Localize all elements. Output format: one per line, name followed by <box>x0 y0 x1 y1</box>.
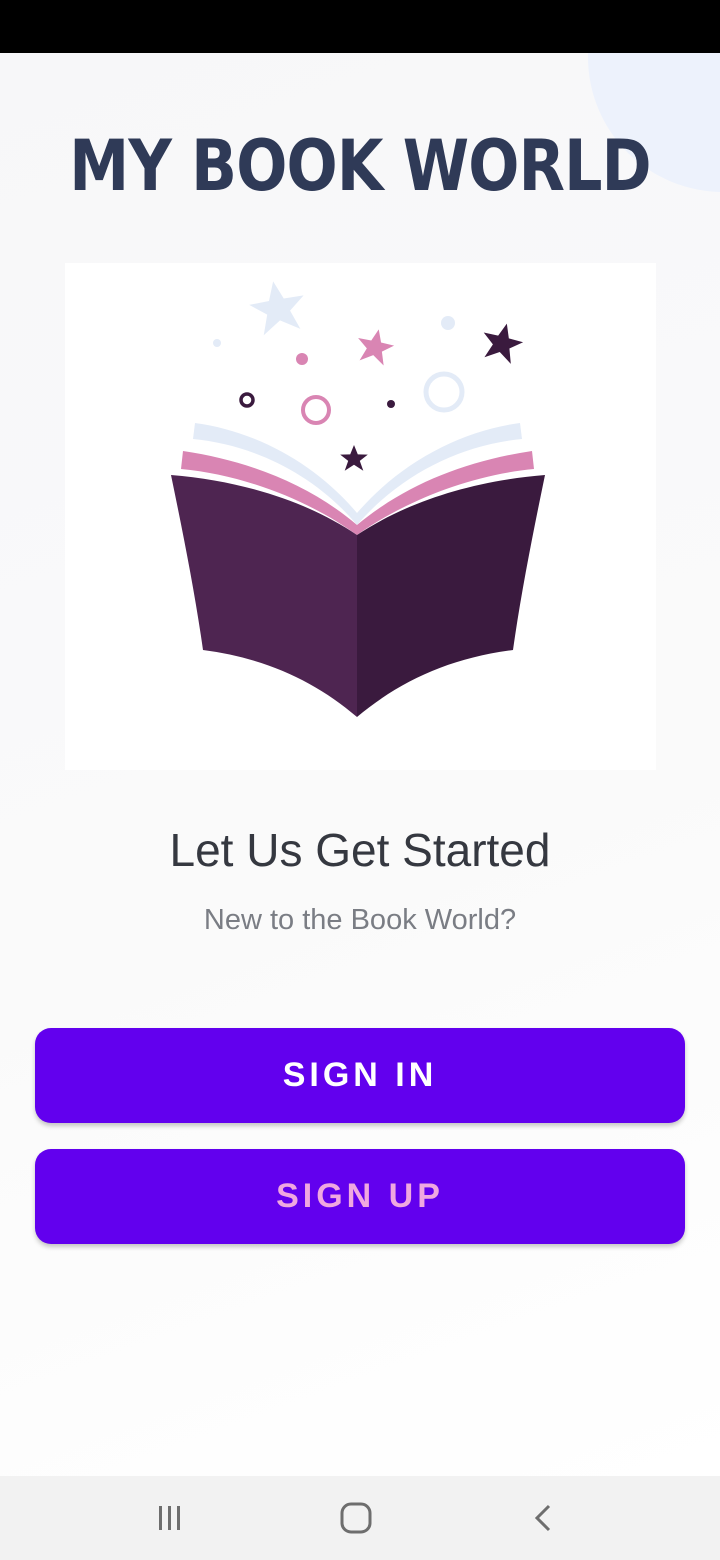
star-dark-icon <box>483 323 524 364</box>
welcome-subtext: New to the Book World? <box>203 904 517 936</box>
back-icon <box>534 1504 551 1532</box>
star-light-blue-icon <box>249 281 304 336</box>
dot-dark <box>387 400 395 408</box>
dot-tiny-light <box>213 339 221 347</box>
app-title: MY BOOK WORLD <box>69 125 651 207</box>
back-button[interactable] <box>514 1488 574 1548</box>
star-pink-icon <box>358 329 395 366</box>
star-small-dark-icon <box>340 445 368 471</box>
open-book-illustration <box>171 281 545 717</box>
home-icon <box>340 1502 372 1534</box>
home-button[interactable] <box>326 1488 386 1548</box>
dot-pink <box>296 353 308 365</box>
welcome-headline: Let Us Get Started <box>169 824 551 876</box>
dot-light-blue <box>441 316 455 330</box>
welcome-screen: MY BOOK WORLD Let Us Get Started New to … <box>0 0 720 1560</box>
ring-light-blue <box>423 371 465 413</box>
ring-pink <box>301 395 331 425</box>
main-content: MY BOOK WORLD Let Us Get Started New to … <box>0 53 720 1476</box>
sign-up-button[interactable]: SIGN UP <box>35 1149 685 1244</box>
recent-apps-button[interactable] <box>140 1488 200 1548</box>
recent-apps-icon <box>159 1506 180 1530</box>
ring-dark <box>239 392 255 408</box>
system-navigation-bar <box>0 1476 720 1560</box>
status-bar <box>0 0 720 53</box>
sign-in-button[interactable]: SIGN IN <box>35 1028 685 1123</box>
hero-illustration <box>65 263 656 770</box>
